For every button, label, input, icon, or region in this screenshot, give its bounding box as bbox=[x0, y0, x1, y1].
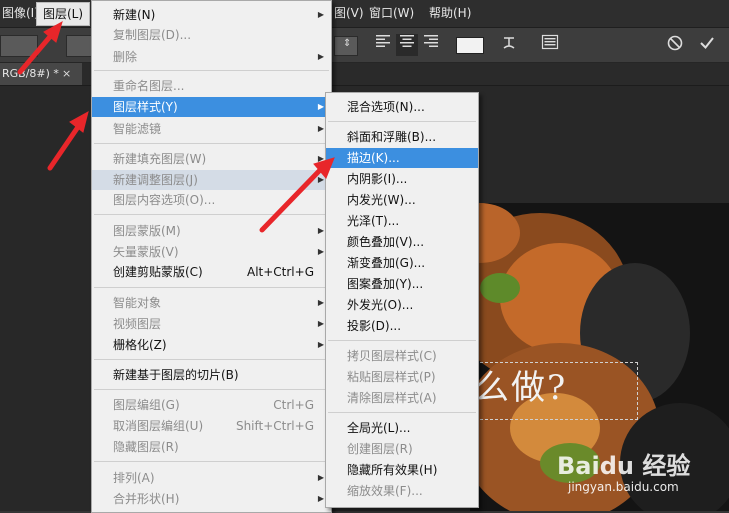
arrow-to-layer-menu bbox=[17, 29, 57, 75]
annotation-arrows bbox=[17, 20, 335, 233]
arrow-to-stroke bbox=[259, 165, 325, 233]
arrow-to-layer-style bbox=[47, 121, 83, 171]
